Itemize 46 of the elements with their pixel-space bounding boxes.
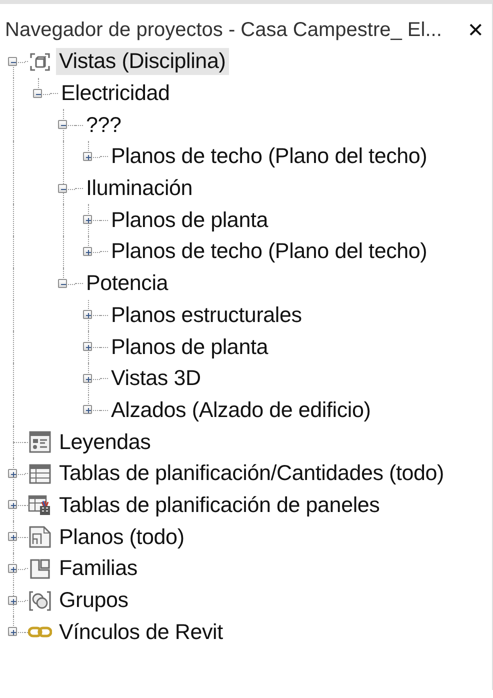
- tree-item[interactable]: Planos estructurales: [108, 302, 305, 329]
- expand-toggle[interactable]: [8, 468, 17, 478]
- tree-item[interactable]: Iluminación: [83, 175, 196, 202]
- expand-toggle[interactable]: [83, 374, 92, 383]
- collapse-toggle[interactable]: [58, 278, 67, 288]
- expand-toggle[interactable]: [8, 564, 17, 573]
- tree-item[interactable]: Vistas (Disciplina): [56, 48, 229, 76]
- tree-item[interactable]: Planos de techo (Plano del techo): [108, 238, 430, 266]
- tree-item[interactable]: ???: [83, 112, 124, 139]
- view-cube-icon: [28, 50, 52, 73]
- tree-item[interactable]: Planos de techo (Plano del techo): [108, 143, 430, 170]
- collapse-toggle[interactable]: [8, 56, 17, 66]
- tree-item[interactable]: Vínculos de Revit: [56, 618, 226, 646]
- expand-toggle[interactable]: [83, 215, 92, 224]
- expand-toggle[interactable]: [83, 310, 92, 320]
- expand-toggle[interactable]: [8, 627, 17, 636]
- family-icon: [28, 558, 52, 580]
- collapse-toggle[interactable]: [58, 120, 67, 130]
- tree-item[interactable]: Planos de planta: [108, 206, 271, 234]
- tree-item[interactable]: Tablas de planificación/Cantidades (todo): [56, 460, 448, 488]
- expand-toggle[interactable]: [8, 596, 17, 605]
- tree-item[interactable]: Planos de planta: [108, 334, 271, 361]
- panel-title: Navegador de proyectos - Casa Campestre_ El...: [5, 18, 442, 42]
- tree-item[interactable]: Leyendas: [56, 428, 154, 456]
- tree-item[interactable]: Electricidad: [58, 80, 173, 108]
- expand-toggle[interactable]: [83, 246, 92, 256]
- group-icon: [28, 590, 52, 612]
- tree-item[interactable]: Grupos: [56, 587, 132, 614]
- tree-item[interactable]: Planos (todo): [56, 524, 188, 551]
- collapse-toggle[interactable]: [33, 88, 42, 98]
- tree-item[interactable]: Vistas 3D: [108, 365, 204, 392]
- tree-item[interactable]: Alzados (Alzado de edificio): [108, 396, 374, 424]
- panel-table-icon: [28, 494, 52, 516]
- collapse-toggle[interactable]: [58, 184, 67, 193]
- expand-toggle[interactable]: [83, 405, 92, 414]
- tree-item[interactable]: Familias: [56, 555, 140, 582]
- expand-toggle[interactable]: [83, 342, 92, 352]
- sheet-icon: [28, 526, 52, 548]
- tree-item[interactable]: Tablas de planificación de paneles: [56, 492, 383, 519]
- expand-toggle[interactable]: [83, 152, 92, 161]
- tree-item[interactable]: Potencia: [83, 270, 172, 298]
- close-button[interactable]: ✕: [463, 18, 488, 42]
- table-icon: [28, 462, 52, 485]
- expand-toggle[interactable]: [8, 500, 17, 510]
- expand-toggle[interactable]: [8, 532, 17, 542]
- legend-icon: [28, 431, 52, 454]
